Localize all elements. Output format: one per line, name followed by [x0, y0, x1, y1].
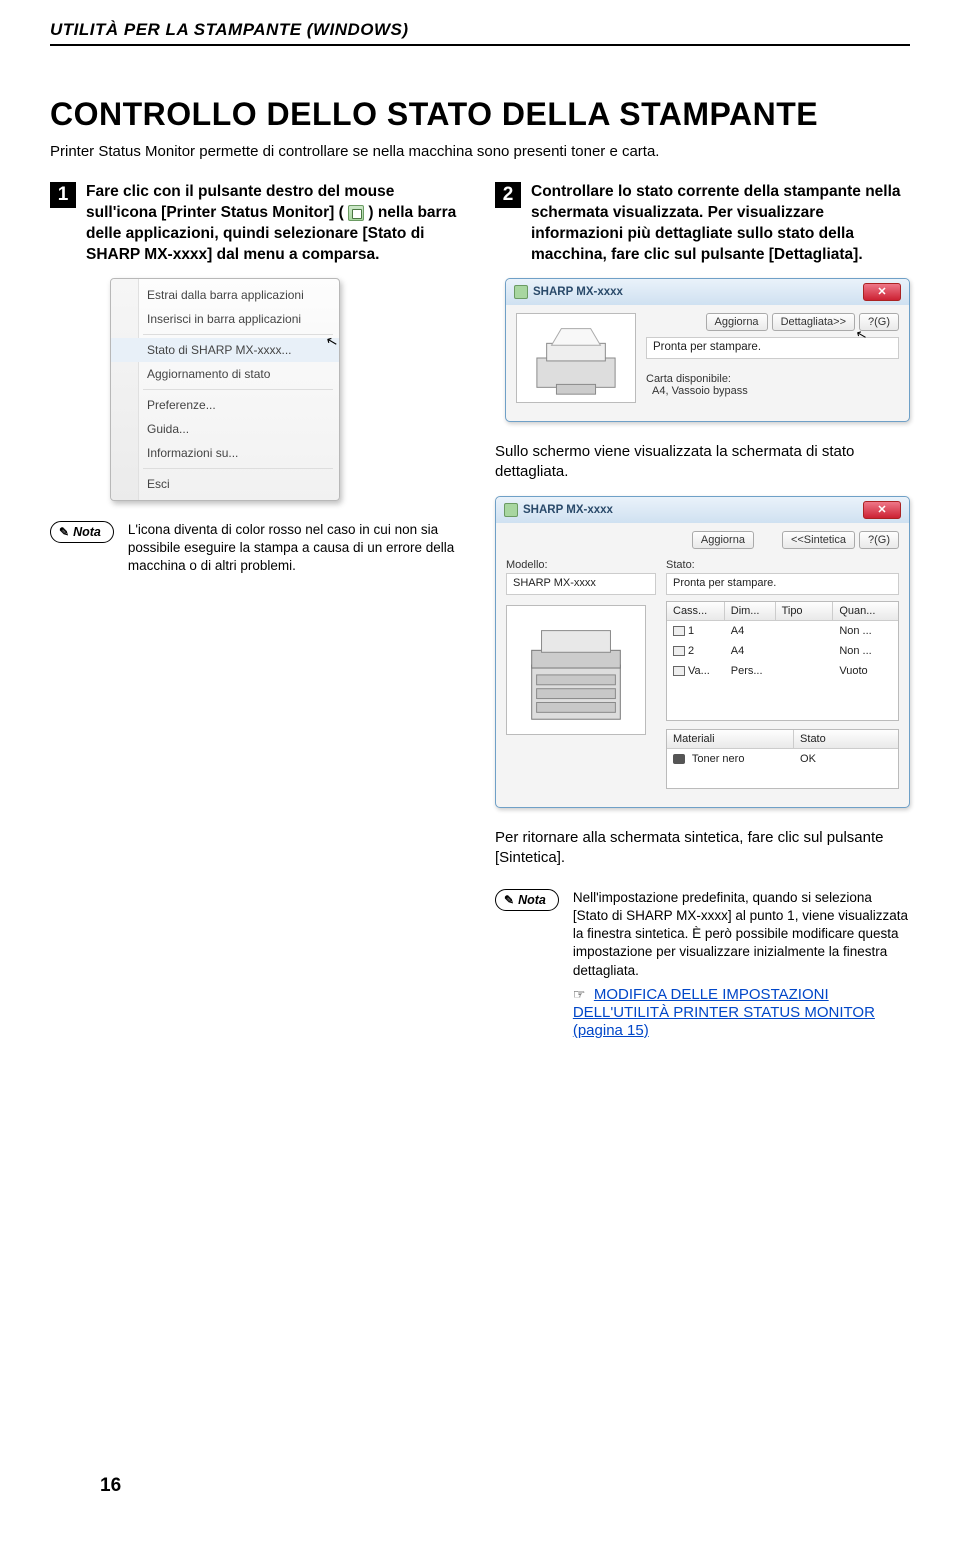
printer-illustration — [516, 313, 636, 403]
note-1: Nota L'icona diventa di color rosso nel … — [50, 521, 465, 576]
ctx-item-prefs: Preferenze... — [111, 393, 339, 417]
compact-status-window: SHARP MX-xxxx ✕ — [505, 278, 910, 422]
window-icon — [504, 503, 518, 517]
ctx-item-status: Stato di SHARP MX-xxxx... — [111, 338, 339, 362]
paper-available-value: A4, Vassoio bypass — [646, 385, 899, 397]
body-text-detailed: Sullo schermo viene visualizzata la sche… — [495, 442, 910, 483]
close-button: ✕ — [863, 501, 901, 519]
state-label: Stato: — [666, 559, 899, 571]
compact-button: <<Sintetica — [782, 531, 855, 549]
step-1: 1 Fare clic con il pulsante destro del m… — [50, 182, 465, 266]
help-button: ?(G) — [859, 531, 899, 549]
close-button: ✕ — [863, 283, 901, 301]
th-materials: Materiali — [667, 730, 794, 748]
refresh-button: Aggiorna — [706, 313, 768, 331]
state-value: Pronta per stampare. — [666, 573, 899, 595]
model-value: SHARP MX-xxxx — [506, 573, 656, 595]
note-2-text: Nell'impostazione predefinita, quando si… — [573, 889, 910, 980]
left-column: 1 Fare clic con il pulsante destro del m… — [50, 182, 465, 1040]
th-quan: Quan... — [833, 602, 898, 620]
window-title: SHARP MX-xxxx — [523, 504, 613, 516]
toner-icon — [673, 754, 685, 764]
context-menu-screenshot: Estrai dalla barra applicazioni Inserisc… — [110, 278, 465, 501]
tray-icon — [673, 646, 685, 656]
intro-text: Printer Status Monitor permette di contr… — [50, 143, 910, 160]
note-1-text: L'icona diventa di color rosso nel caso … — [128, 521, 465, 576]
table-row: 1 A4 Non ... — [667, 621, 898, 641]
ctx-item-help: Guida... — [111, 417, 339, 441]
step-1-text: Fare clic con il pulsante destro del mou… — [86, 182, 465, 266]
step-number: 2 — [495, 182, 521, 208]
table-row: 2 A4 Non ... — [667, 641, 898, 661]
right-column: 2 Controllare lo stato corrente della st… — [495, 182, 910, 1040]
table-row: Va... Pers... Vuoto — [667, 661, 898, 681]
detailed-status-window: SHARP MX-xxxx ✕ Aggiorna <<Sintetica ?(G… — [495, 496, 910, 808]
th-state: Stato — [794, 730, 898, 748]
th-cassette: Cass... — [667, 602, 725, 620]
xref-icon: ☞ — [573, 986, 586, 1002]
note-label: Nota — [495, 889, 559, 911]
settings-link[interactable]: MODIFICA DELLE IMPOSTAZIONI DELL'UTILITÀ… — [573, 986, 875, 1039]
tray-icon — [673, 626, 685, 636]
th-dim: Dim... — [725, 602, 776, 620]
note-label: Nota — [50, 521, 114, 543]
ctx-item-extract: Estrai dalla barra applicazioni — [111, 283, 339, 307]
body-text-return: Per ritornare alla schermata sintetica, … — [495, 828, 910, 869]
ctx-item-exit: Esci — [111, 472, 339, 496]
window-title: SHARP MX-xxxx — [533, 286, 623, 298]
step-2-text: Controllare lo stato corrente della stam… — [531, 182, 910, 266]
printer-status-tray-icon — [348, 205, 364, 221]
ctx-item-update: Aggiornamento di stato — [111, 362, 339, 386]
tray-table: Cass... Dim... Tipo Quan... 1 A4 Non ... — [666, 601, 899, 721]
copier-illustration — [506, 605, 646, 735]
th-tipo: Tipo — [776, 602, 834, 620]
note-2: Nota Nell'impostazione predefinita, quan… — [495, 889, 910, 1040]
window-icon — [514, 285, 528, 299]
page-number: 16 — [100, 1475, 121, 1497]
paper-available-label: Carta disponibile: — [646, 373, 899, 385]
tray-icon — [673, 666, 685, 676]
page-title: CONTROLLO DELLO STATO DELLA STAMPANTE — [50, 96, 910, 133]
ctx-item-insert: Inserisci in barra applicazioni — [111, 307, 339, 331]
section-header: UTILITÀ PER LA STAMPANTE (WINDOWS) — [50, 20, 910, 46]
materials-table: Materiali Stato Toner nero OK — [666, 729, 899, 789]
detail-button: Dettagliata>> — [772, 313, 855, 331]
step-2: 2 Controllare lo stato corrente della st… — [495, 182, 910, 266]
model-label: Modello: — [506, 559, 656, 571]
step-number: 1 — [50, 182, 76, 208]
ctx-item-about: Informazioni su... — [111, 441, 339, 465]
refresh-button: Aggiorna — [692, 531, 754, 549]
table-row: Toner nero OK — [667, 749, 898, 769]
